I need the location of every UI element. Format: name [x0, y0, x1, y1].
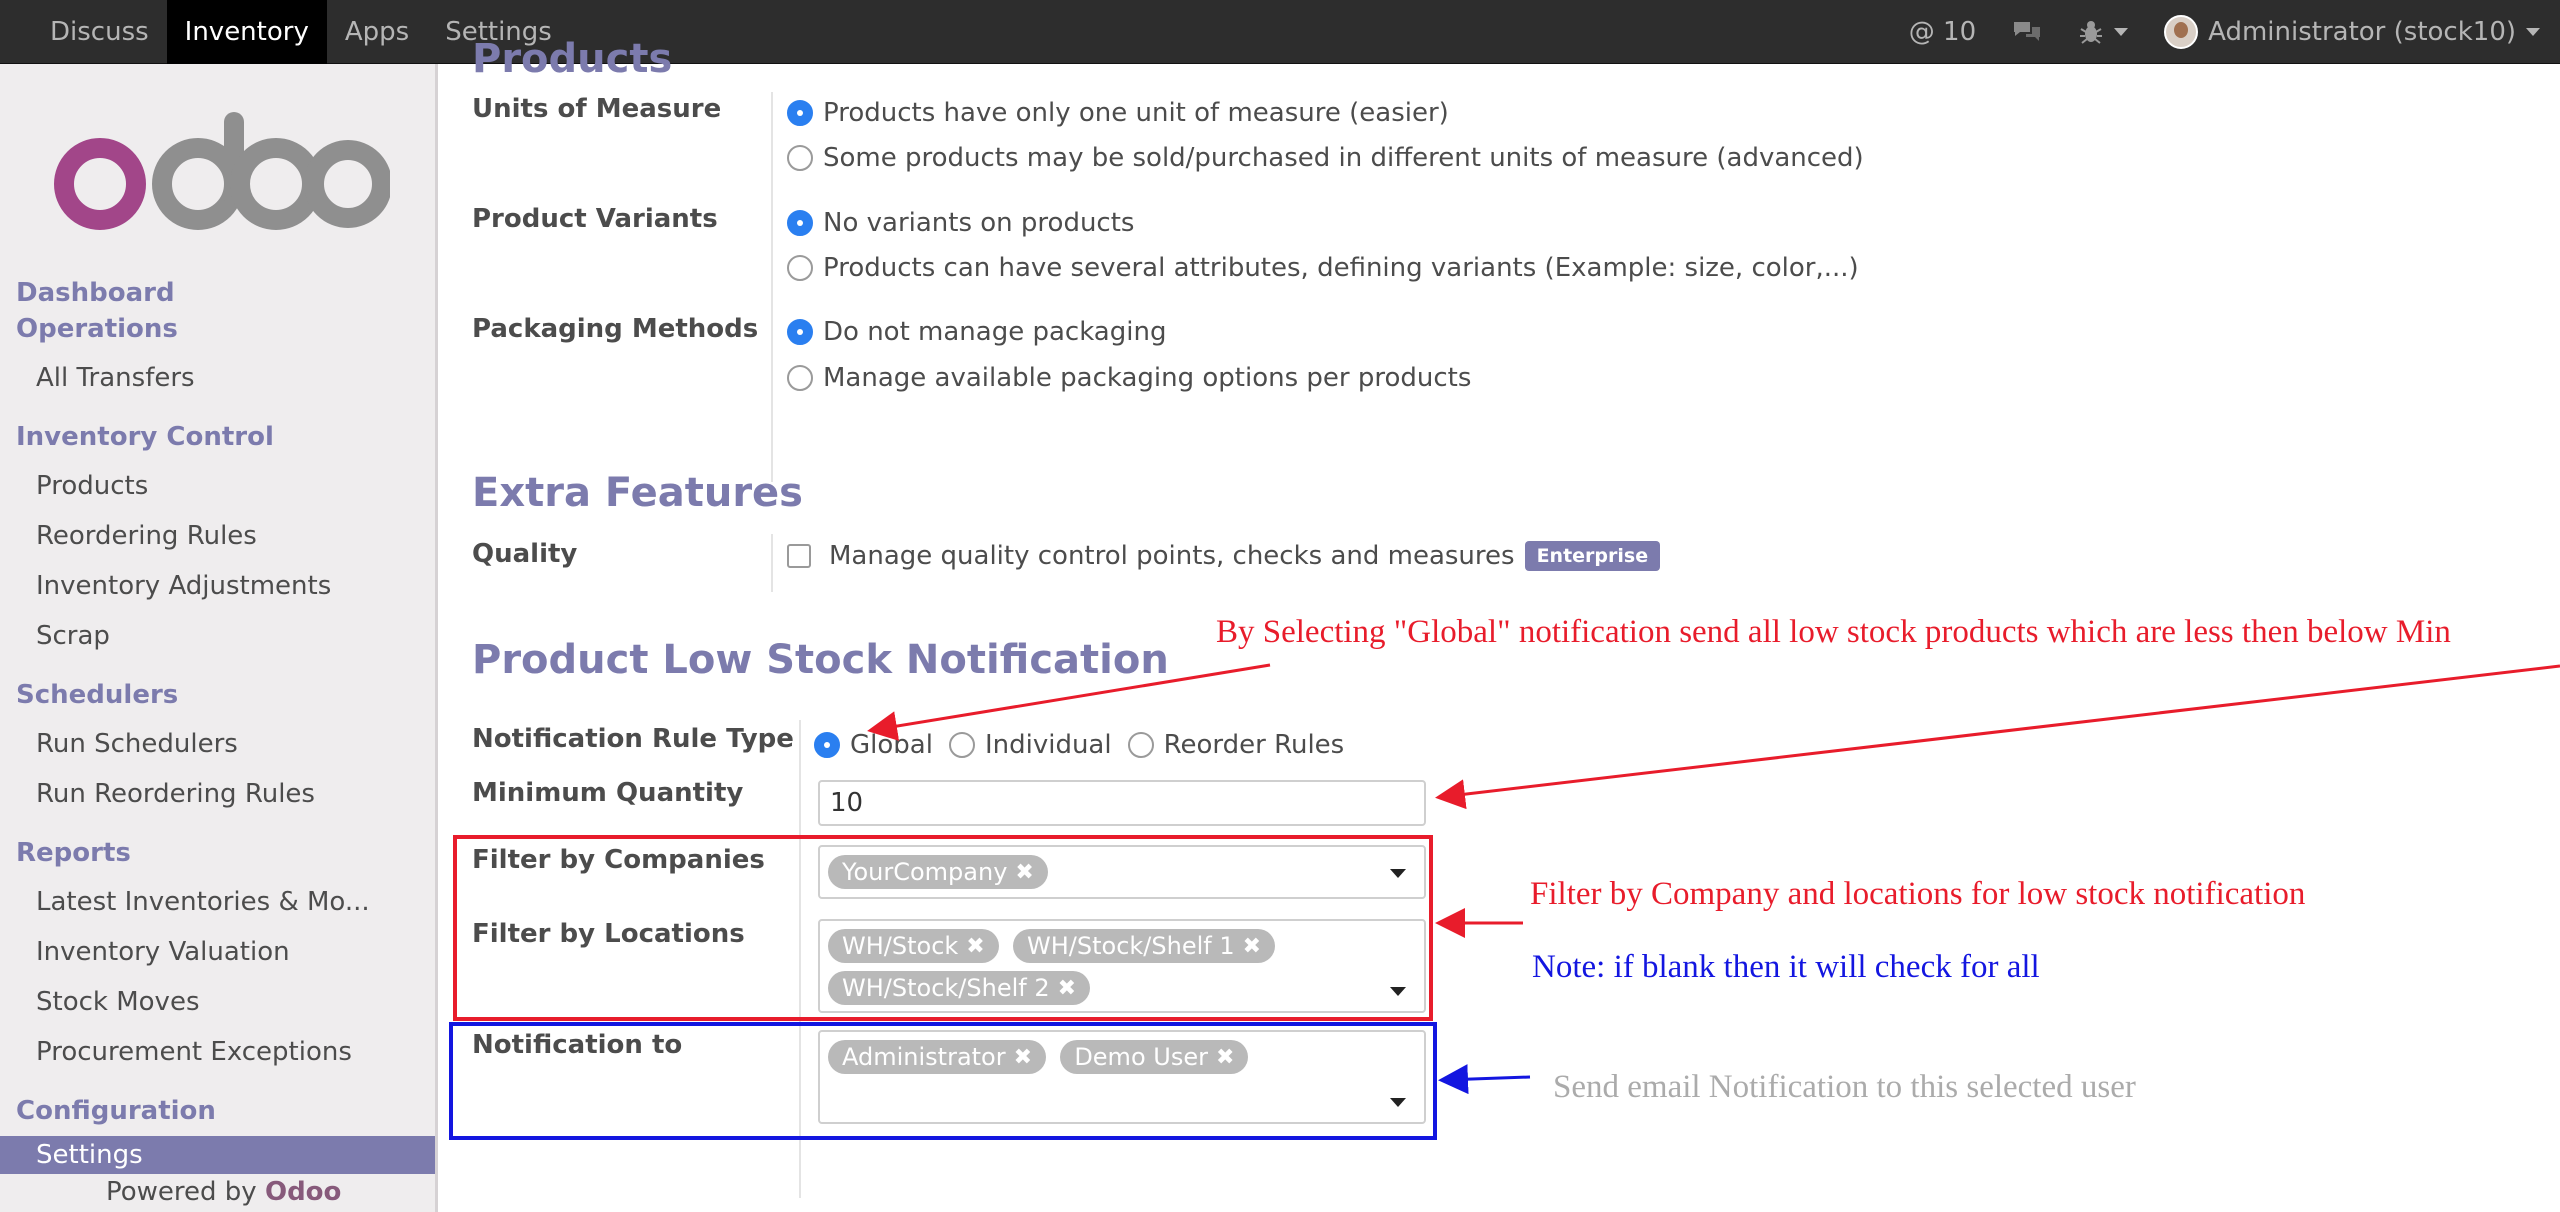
sidebar-section-inventory-control: Inventory Control	[16, 422, 274, 452]
sidebar-item-stock-moves[interactable]: Stock Moves	[36, 987, 200, 1017]
sidebar-item-run-schedulers[interactable]: Run Schedulers	[36, 729, 238, 759]
powered-by-label: Powered by	[106, 1177, 257, 1207]
sidebar-section-dashboard[interactable]: Dashboard	[16, 278, 175, 308]
sidebar-item-scrap[interactable]: Scrap	[36, 621, 110, 651]
sidebar-item-latest-inventories[interactable]: Latest Inventories & Mo...	[36, 887, 370, 917]
sidebar-item-run-reordering-rules[interactable]: Run Reordering Rules	[36, 779, 315, 809]
menu-discuss[interactable]: Discuss	[32, 0, 167, 64]
sidebar-item-settings[interactable]: Settings	[0, 1136, 435, 1174]
sidebar-section-schedulers: Schedulers	[16, 680, 179, 710]
menu-inventory[interactable]: Inventory	[166, 0, 327, 64]
sidebar-item-procurement-exceptions[interactable]: Procurement Exceptions	[36, 1037, 352, 1067]
settings-form: Products Units of Measure Products have …	[441, 36, 2560, 1212]
menu-apps[interactable]: Apps	[327, 0, 427, 64]
annotation-arrows	[867, 663, 2560, 1095]
odoo-logo	[54, 112, 390, 230]
arrow-to-global	[867, 663, 1271, 741]
powered-by-brand[interactable]: Odoo	[265, 1177, 341, 1207]
arrow-to-notify	[1438, 1064, 1531, 1095]
arrow-to-min-qty	[1435, 664, 2560, 810]
sidebar-section-reports: Reports	[16, 838, 131, 868]
sidebar-section-configuration: Configuration	[16, 1096, 216, 1126]
sidebar-item-reordering-rules[interactable]: Reordering Rules	[36, 521, 257, 551]
sidebar-item-products[interactable]: Products	[36, 471, 148, 501]
sidebar-item-inventory-adjustments[interactable]: Inventory Adjustments	[36, 571, 331, 601]
sidebar-item-all-transfers[interactable]: All Transfers	[36, 363, 195, 393]
sidebar-item-inventory-valuation[interactable]: Inventory Valuation	[36, 937, 290, 967]
sidebar-section-operations: Operations	[16, 314, 178, 344]
sidebar: Dashboard Operations All Transfers Inven…	[0, 64, 438, 1212]
powered-by: Powered by Odoo	[106, 1177, 341, 1207]
